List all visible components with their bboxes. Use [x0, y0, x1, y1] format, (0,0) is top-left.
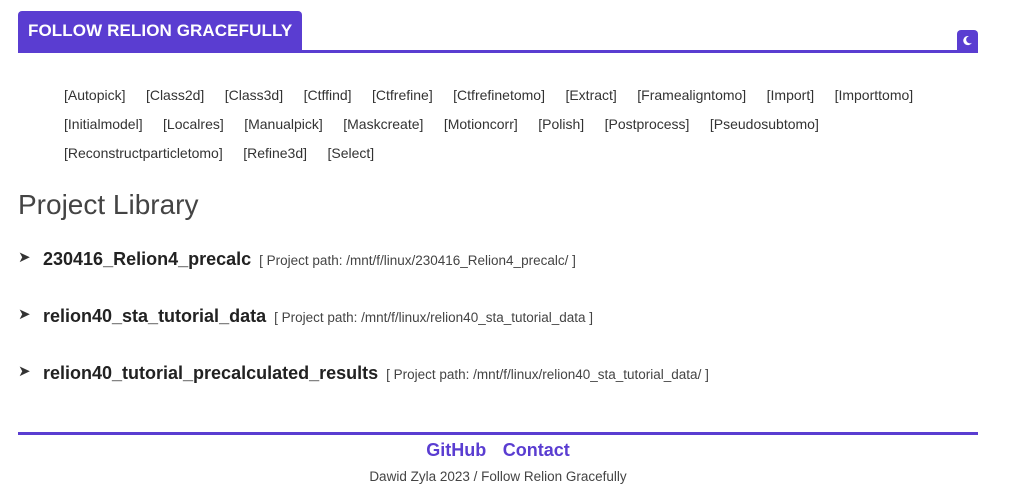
- nav-tag-manualpick[interactable]: [Manualpick]: [244, 112, 323, 136]
- github-link[interactable]: GitHub: [426, 440, 486, 460]
- nav-row: [Autopick] [Class2d] [Class3d] [Ctffind]…: [56, 83, 956, 112]
- nav-tag-maskcreate[interactable]: [Maskcreate]: [343, 112, 423, 136]
- nav-tag-import[interactable]: [Import]: [767, 83, 814, 107]
- nav-tag-initialmodel[interactable]: [Initialmodel]: [64, 112, 143, 136]
- project-item[interactable]: ➤ relion40_tutorial_precalculated_results…: [18, 363, 709, 384]
- expand-arrow-icon[interactable]: ➤: [18, 363, 43, 381]
- page-title: Project Library: [18, 189, 199, 220]
- footer-links: GitHub Contact: [0, 440, 996, 461]
- nav-tag-motioncorr[interactable]: [Motioncorr]: [444, 112, 518, 136]
- nav-tag-ctfrefinetomo[interactable]: [Ctfrefinetomo]: [453, 83, 545, 107]
- contact-link[interactable]: Contact: [503, 440, 570, 460]
- nav-tag-reconstructparticletomo[interactable]: [Reconstructparticletomo]: [64, 141, 223, 165]
- project-item[interactable]: ➤ 230416_Relion4_precalc [ Project path: /…: [18, 249, 576, 270]
- nav-tag-ctfrefine[interactable]: [Ctfrefine]: [372, 83, 433, 107]
- nav-tag-class3d[interactable]: [Class3d]: [225, 83, 283, 107]
- nav-tag-class2d[interactable]: [Class2d]: [146, 83, 204, 107]
- nav-tag-refine3d[interactable]: [Refine3d]: [243, 141, 307, 165]
- project-path: [ Project path: /mnt/f/linux/230416_Reli…: [259, 253, 576, 268]
- nav-tag-pseudosubtomo[interactable]: [Pseudosubtomo]: [710, 112, 819, 136]
- project-path: [ Project path: /mnt/f/linux/relion40_st…: [274, 310, 594, 325]
- nav-tag-localres[interactable]: [Localres]: [163, 112, 224, 136]
- nav-tag-select[interactable]: [Select]: [327, 141, 374, 165]
- header: FOLLOW RELION GRACEFULLY: [18, 11, 978, 53]
- moon-icon: [962, 35, 973, 46]
- project-item[interactable]: ➤ relion40_sta_tutorial_data [ Project pat…: [18, 306, 593, 327]
- header-divider: [18, 50, 978, 53]
- expand-arrow-icon[interactable]: ➤: [18, 306, 43, 324]
- expand-arrow-icon[interactable]: ➤: [18, 249, 43, 267]
- footer-credit: Dawid Zyla 2023 / Follow Relion Graceful…: [369, 469, 627, 484]
- nav-row: [Reconstructparticletomo] [Refine3d] [Se…: [56, 141, 956, 170]
- nav-tag-polish[interactable]: [Polish]: [538, 112, 584, 136]
- page: FOLLOW RELION GRACEFULLY [Autopick] [Cla…: [0, 0, 1011, 495]
- nav-row: [Initialmodel] [Localres] [Manualpick] […: [56, 112, 956, 141]
- job-type-nav: [Autopick] [Class2d] [Class3d] [Ctffind]…: [56, 83, 956, 170]
- nav-tag-ctffind[interactable]: [Ctffind]: [304, 83, 352, 107]
- project-name[interactable]: relion40_sta_tutorial_data: [43, 306, 266, 326]
- nav-tag-postprocess[interactable]: [Postprocess]: [605, 112, 690, 136]
- project-name[interactable]: relion40_tutorial_precalculated_results: [43, 363, 378, 383]
- project-name[interactable]: 230416_Relion4_precalc: [43, 249, 251, 269]
- footer-divider: [18, 432, 978, 435]
- site-title[interactable]: FOLLOW RELION GRACEFULLY: [18, 11, 303, 50]
- project-path: [ Project path: /mnt/f/linux/relion40_st…: [386, 367, 709, 382]
- nav-tag-importtomo[interactable]: [Importtomo]: [835, 83, 914, 107]
- nav-tag-framealigntomo[interactable]: [Framealigntomo]: [637, 83, 746, 107]
- theme-toggle-button[interactable]: [957, 30, 978, 50]
- nav-tag-extract[interactable]: [Extract]: [565, 83, 616, 107]
- nav-tag-autopick[interactable]: [Autopick]: [64, 83, 125, 107]
